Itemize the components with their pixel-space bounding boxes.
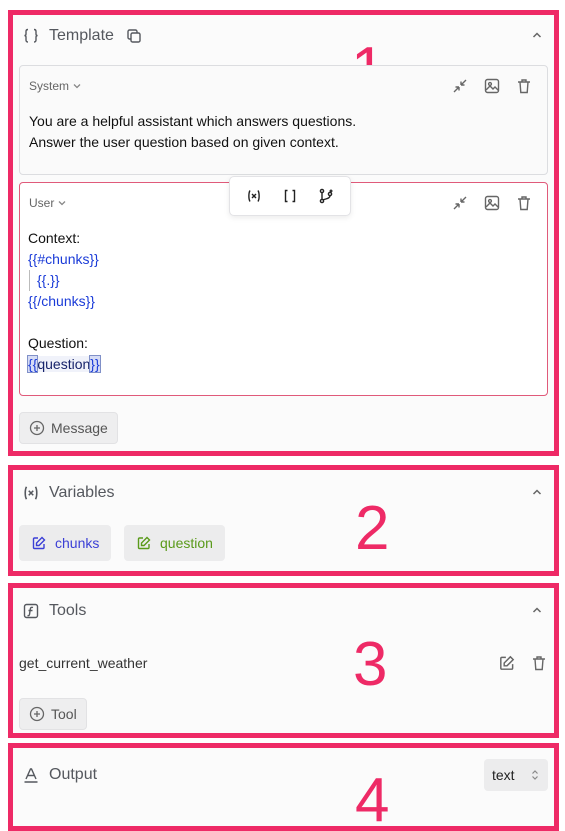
insert-toolbar xyxy=(229,176,351,216)
output-panel: Output 4 text xyxy=(8,743,559,831)
trash-icon[interactable] xyxy=(530,654,548,672)
question-var-name: question xyxy=(37,356,91,372)
copy-icon[interactable] xyxy=(126,28,142,44)
template-title: Template xyxy=(49,27,114,44)
context-label: Context: xyxy=(28,230,81,246)
plus-circle-icon xyxy=(29,420,45,436)
chevron-up-icon[interactable] xyxy=(530,603,544,617)
variable-label: question xyxy=(160,535,213,551)
user-card-actions xyxy=(451,194,533,212)
add-message-label: Message xyxy=(51,420,108,436)
chunks-open-tag: {{#chunks}} xyxy=(28,251,99,267)
chunk-item-tag: {{.}} xyxy=(29,270,100,291)
add-message-button[interactable]: Message xyxy=(19,412,118,444)
chevron-updown-icon xyxy=(532,770,538,780)
system-card-actions xyxy=(451,77,533,95)
brackets-insert-icon[interactable] xyxy=(281,187,299,205)
role-selector-user[interactable]: User xyxy=(29,196,67,210)
question-var: {{question}} xyxy=(26,354,101,375)
system-message-text[interactable]: You are a helpful assistant which answer… xyxy=(29,111,356,153)
variable-chip-chunks[interactable]: chunks xyxy=(19,525,112,561)
question-var-open: {{ xyxy=(26,355,39,373)
chevron-down-icon xyxy=(58,201,66,206)
role-label: System xyxy=(29,79,70,93)
system-message-card[interactable]: System You are a helpful assistant which… xyxy=(19,65,548,175)
variable-label: chunks xyxy=(55,535,100,551)
template-panel: Template 1 System You ar xyxy=(8,10,559,456)
add-tool-label: Tool xyxy=(51,706,77,722)
tool-name: get_current_weather xyxy=(19,655,148,671)
branch-insert-icon[interactable] xyxy=(317,187,335,205)
role-selector-system[interactable]: System xyxy=(29,79,82,93)
chevron-up-icon[interactable] xyxy=(530,485,544,499)
edit-icon xyxy=(32,536,46,550)
text-format-icon xyxy=(21,765,41,785)
tools-header[interactable]: Tools xyxy=(21,596,546,626)
tools-panel: Tools 3 get_current_weather Tool xyxy=(8,583,559,738)
tool-row[interactable]: get_current_weather xyxy=(19,652,548,676)
role-label: User xyxy=(29,196,55,210)
collapse-icon[interactable] xyxy=(451,77,469,95)
variables-title: Variables xyxy=(49,484,115,501)
question-label: Question: xyxy=(28,335,88,351)
image-icon[interactable] xyxy=(483,194,501,212)
user-message-text[interactable]: Context: {{#chunks}} {{.}} {{/chunks}} Q… xyxy=(26,228,101,375)
template-header[interactable]: Template xyxy=(21,21,546,51)
variable-chip-question[interactable]: question xyxy=(124,525,225,561)
edit-icon xyxy=(137,536,151,550)
add-tool-button[interactable]: Tool xyxy=(19,698,87,730)
trash-icon[interactable] xyxy=(515,194,533,212)
edit-icon[interactable] xyxy=(498,654,516,672)
annotation-number-2: 2 xyxy=(355,494,390,563)
chevron-down-icon xyxy=(73,84,81,89)
output-title: Output xyxy=(49,766,98,783)
chevron-up-icon[interactable] xyxy=(530,28,544,42)
variables-header[interactable]: Variables xyxy=(21,478,546,508)
system-line: Answer the user question based on given … xyxy=(29,134,339,150)
image-icon[interactable] xyxy=(483,77,501,95)
system-line: You are a helpful assistant which answer… xyxy=(29,113,357,129)
function-icon xyxy=(21,601,41,621)
braces-icon xyxy=(21,26,41,46)
output-header: Output xyxy=(21,760,546,790)
trash-icon[interactable] xyxy=(515,77,533,95)
tools-title: Tools xyxy=(49,602,87,619)
output-format-select[interactable]: text xyxy=(484,759,548,791)
plus-circle-icon xyxy=(29,706,45,722)
question-var-close: }} xyxy=(89,355,101,373)
variable-icon xyxy=(21,483,41,503)
collapse-icon[interactable] xyxy=(451,194,469,212)
output-format-value: text xyxy=(492,767,515,783)
variables-panel: Variables 2 chunks question xyxy=(8,465,559,576)
annotation-number-4: 4 xyxy=(355,766,390,831)
variable-insert-icon[interactable] xyxy=(245,187,263,205)
chunks-close-tag: {{/chunks}} xyxy=(28,293,95,309)
